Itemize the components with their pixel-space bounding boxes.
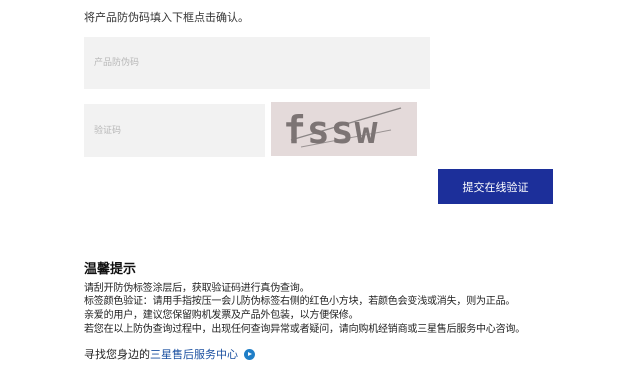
instruction-text: 将产品防伪码填入下框点击确认。 (84, 11, 249, 24)
finder-prefix: 寻找您身边的 (84, 348, 150, 361)
tips-title: 温馨提示 (84, 262, 137, 277)
tips-line: 亲爱的用户，建议您保留购机发票及产品外包装，以方便保修。 (84, 310, 359, 321)
verification-page: 将产品防伪码填入下框点击确认。 fssw 提交在线验证 温馨提示 请刮开防伪标签… (0, 0, 640, 377)
captcha-image[interactable]: fssw (271, 102, 417, 156)
tips-line: 标签颜色验证：请用手指按压一会儿防伪标签右侧的红色小方块，若颜色会变浅或消失，则… (84, 296, 516, 307)
captcha-svg: fssw (283, 107, 402, 152)
captcha-text: fssw (283, 108, 379, 152)
service-center-finder: 寻找您身边的 三星售后服务中心 (84, 346, 255, 362)
captcha-input[interactable] (84, 104, 265, 157)
tips-line: 若您在以上防伪查询过程中，出现任何查询异常或者疑问，请向购机经销商或三星售后服务… (84, 324, 525, 335)
arrow-circle-icon[interactable] (244, 348, 255, 360)
anti-counterfeit-code-input[interactable] (84, 37, 430, 89)
service-center-link[interactable]: 三星售后服务中心 (150, 346, 238, 362)
submit-verification-button[interactable]: 提交在线验证 (438, 169, 553, 204)
